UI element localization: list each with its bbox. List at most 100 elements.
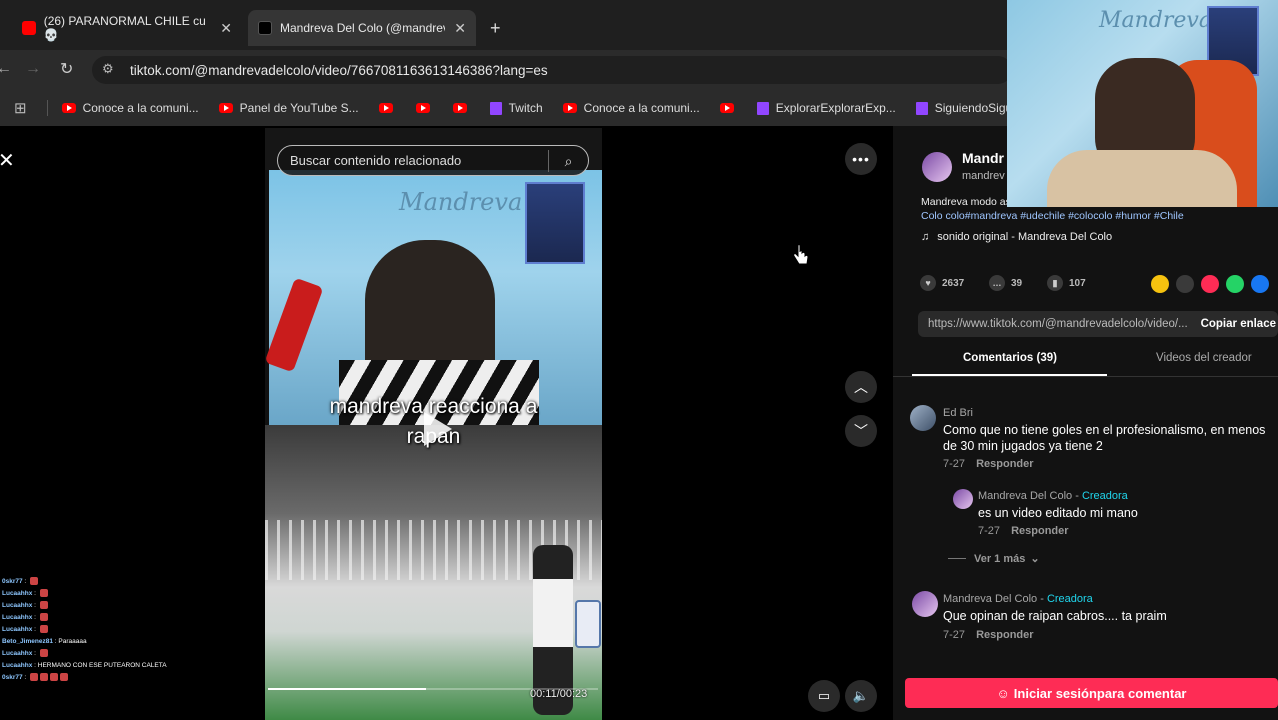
youtube-icon xyxy=(378,103,393,113)
comment-text: es un video editado mi mano xyxy=(978,506,1138,520)
name-separator: - xyxy=(1072,490,1082,502)
heart-icon: ♥ xyxy=(920,275,936,291)
comment-icon: ☺ xyxy=(996,685,1010,701)
like-stat[interactable]: ♥ 2637 xyxy=(920,275,964,291)
bookmark-item[interactable]: ExplorarExplorarExp... xyxy=(756,101,896,115)
site-settings-icon[interactable]: ⚙ xyxy=(102,61,114,77)
tiktok-icon xyxy=(258,21,272,35)
pip-button[interactable]: ▭ xyxy=(808,680,840,712)
chevron-down-icon: ﹀ xyxy=(854,423,868,439)
tab-comments[interactable]: Comentarios (39) xyxy=(963,352,1057,364)
view-more-replies[interactable]: Ver 1 más ⌄ xyxy=(948,552,1040,565)
copy-link-button[interactable]: Copiar enlace xyxy=(1189,311,1278,337)
bookmark-item[interactable]: Conoce a la comuni... xyxy=(562,101,700,115)
bookmark-label: Panel de YouTube S... xyxy=(239,101,359,115)
bookmark-label: Conoce a la comuni... xyxy=(82,101,199,115)
new-tab-button[interactable]: + xyxy=(490,18,501,39)
login-cta-label: Iniciar sesiónpara comentar xyxy=(1013,685,1187,701)
like-count: 2637 xyxy=(942,277,965,289)
emote-icon xyxy=(40,673,49,682)
related-search-input[interactable]: Buscar contenido relacionado ⌕ xyxy=(277,145,589,176)
bookmark-item[interactable]: Panel de YouTube S... xyxy=(218,101,359,115)
commenter-name[interactable]: Ed Bri xyxy=(943,407,973,419)
author-avatar[interactable] xyxy=(922,152,952,182)
active-tab-indicator xyxy=(912,374,1107,376)
embed-icon[interactable] xyxy=(1176,275,1194,293)
bookmark-item[interactable] xyxy=(378,103,400,113)
send-icon[interactable] xyxy=(1201,275,1219,293)
volume-button[interactable]: 🔈 xyxy=(845,680,877,712)
close-icon[interactable]: ✕ xyxy=(220,20,232,37)
commenter-name-row: Mandreva Del Colo - Creadora xyxy=(978,490,1128,502)
commenter-name[interactable]: Mandreva Del Colo xyxy=(978,490,1072,502)
save-count: 107 xyxy=(1069,277,1086,289)
bookmark-label: Conoce a la comuni... xyxy=(583,101,700,115)
comment-date: 7-27 xyxy=(943,458,966,470)
author-name[interactable]: Mandr xyxy=(962,150,1004,166)
facebook-icon[interactable] xyxy=(1251,275,1269,293)
emote-icon xyxy=(39,589,48,598)
tab-tiktok-active[interactable]: Mandreva Del Colo (@mandrev ✕ xyxy=(248,10,476,46)
search-placeholder: Buscar contenido relacionado xyxy=(290,153,462,168)
chat-username: Lucaahhx xyxy=(2,650,33,657)
name-separator: - xyxy=(1037,593,1047,605)
apps-grid-icon[interactable]: ⊞ xyxy=(14,99,27,117)
commenter-avatar[interactable] xyxy=(953,489,973,509)
close-icon[interactable]: ✕ xyxy=(0,148,15,173)
streamer-webcam: Mandreva xyxy=(1007,0,1278,207)
save-stat[interactable]: ▮ 107 xyxy=(1047,275,1086,291)
comment-date: 7-27 xyxy=(943,629,966,641)
reload-icon[interactable]: ↻ xyxy=(60,59,73,79)
reply-button[interactable]: Responder xyxy=(976,458,1033,470)
bookmark-item[interactable] xyxy=(415,103,437,113)
bookmark-label: Twitch xyxy=(508,101,543,115)
commenter-avatar[interactable] xyxy=(912,591,938,617)
bookmark-item[interactable] xyxy=(719,103,741,113)
comment-stat[interactable]: … 39 xyxy=(989,275,1022,291)
back-icon[interactable]: ← xyxy=(0,60,12,78)
play-icon[interactable] xyxy=(412,406,458,452)
next-video-button[interactable]: ﹀ xyxy=(845,415,877,447)
bookmark-item[interactable] xyxy=(452,103,474,113)
whatsapp-icon[interactable] xyxy=(1226,275,1244,293)
repost-icon[interactable] xyxy=(1151,275,1169,293)
reply-button[interactable]: Responder xyxy=(1011,525,1068,537)
commenter-avatar[interactable] xyxy=(910,405,936,431)
forward-icon[interactable]: → xyxy=(25,60,41,78)
search-icon[interactable]: ⌕ xyxy=(548,150,588,172)
chat-username: 0skr77 xyxy=(2,578,23,585)
caption-line: Colo colo#mandreva #udechile #colocolo #… xyxy=(921,210,1184,222)
login-to-comment-button[interactable]: ☺ Iniciar sesiónpara comentar xyxy=(905,678,1278,708)
more-options-button[interactable]: ••• xyxy=(845,143,877,175)
bookmark-item[interactable]: Conoce a la comuni... xyxy=(61,101,199,115)
address-bar[interactable]: ⚙ tiktok.com/@mandrevadelcolo/video/7667… xyxy=(92,56,1012,84)
emote-icon xyxy=(39,601,48,610)
chat-message: 0skr77 : xyxy=(2,672,241,684)
tab-paranormal[interactable]: (26) PARANORMAL CHILE cu 💀 ✕ xyxy=(12,10,242,46)
sound-label: sonido original - Mandreva Del Colo xyxy=(937,231,1113,243)
url-text: tiktok.com/@mandrevadelcolo/video/766708… xyxy=(130,62,548,78)
comment-line: de 30 min jugados ya tiene 2 xyxy=(943,439,1103,453)
emote-icon xyxy=(30,673,39,682)
reply-button[interactable]: Responder xyxy=(976,629,1033,641)
chat-message: Lucaahhx : HERMANO CON ESE PUTEARON CALE… xyxy=(2,662,167,669)
tab-creator-videos[interactable]: Videos del creador xyxy=(1156,352,1252,364)
author-handle[interactable]: mandrev xyxy=(962,170,1005,182)
person-shirt xyxy=(1047,150,1237,207)
previous-video-button[interactable]: ︿ xyxy=(845,371,877,403)
youtube-icon xyxy=(415,103,430,113)
creator-badge: Creadora xyxy=(1081,490,1128,502)
youtube-icon xyxy=(22,21,36,35)
emote-icon xyxy=(30,577,39,586)
close-icon[interactable]: ✕ xyxy=(454,20,466,37)
youtube-icon xyxy=(562,103,577,113)
youtube-icon xyxy=(452,103,467,113)
commenter-name[interactable]: Mandreva Del Colo xyxy=(943,593,1037,605)
chat-username: Lucaahhx xyxy=(2,662,33,669)
bookmark-item[interactable]: Twitch xyxy=(489,101,543,115)
share-link-field[interactable]: https://www.tiktok.com/@mandrevadelcolo/… xyxy=(918,311,1278,337)
chat-username: Lucaahhx xyxy=(2,614,33,621)
sound-link[interactable]: ♫ sonido original - Mandreva Del Colo xyxy=(921,231,1112,243)
emote-icon xyxy=(50,673,59,682)
chat-username: Lucaahhx xyxy=(2,602,33,609)
